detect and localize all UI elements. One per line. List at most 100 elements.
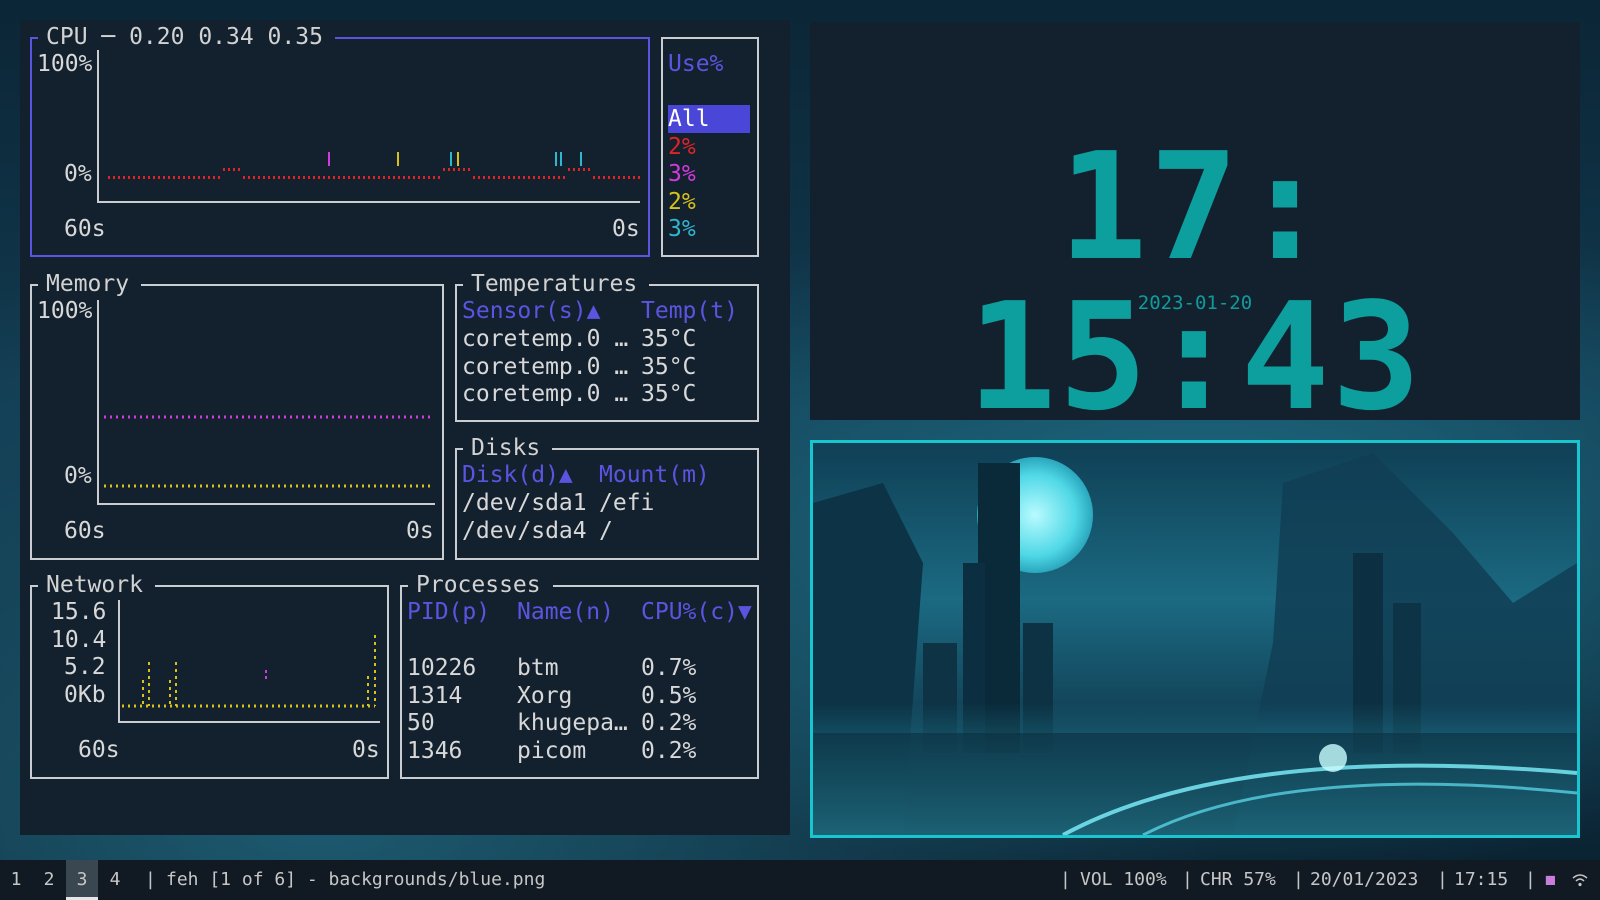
cpu-dot: [438, 176, 440, 179]
cpu-dot: [368, 176, 370, 179]
cpu-dot: [328, 176, 330, 179]
cpu-dot: [388, 176, 390, 179]
temperature-sensor: coretemp.0 …: [462, 326, 629, 352]
cpu-dot: [218, 176, 220, 179]
cpu-title: CPU ─ 0.20 0.34 0.35: [38, 23, 335, 51]
temperatures-col-sensor[interactable]: Sensor(s)▲: [462, 297, 600, 325]
cpu-dot: [398, 176, 400, 179]
cpu-dot: [148, 176, 150, 179]
cpu-legend-item[interactable]: 3%: [668, 215, 696, 243]
cpu-dot: [383, 176, 385, 179]
cpu-dot: [478, 176, 480, 179]
cpu-dot: [363, 176, 365, 179]
feh-image-viewer[interactable]: [810, 440, 1580, 838]
cpu-dot: [628, 176, 630, 179]
bar-separator: |: [1182, 869, 1193, 890]
cpu-dot: [598, 176, 600, 179]
workspace-3[interactable]: 3: [66, 860, 98, 900]
cpu-dot: [358, 176, 360, 179]
cpu-legend-item[interactable]: All: [668, 105, 750, 133]
workspace-1[interactable]: 1: [0, 860, 32, 900]
cpu-legend-item[interactable]: 2%: [668, 188, 696, 216]
network-x-right: 0s: [352, 737, 380, 763]
cpu-dot: [348, 176, 350, 179]
process-cpu: 0.5%: [641, 682, 697, 709]
process-cpu: 0.2%: [641, 710, 697, 736]
cpu-legend-item[interactable]: 2%: [668, 133, 696, 161]
cpu-dot: [448, 168, 450, 171]
cpu-dot: [228, 168, 230, 171]
memory-y-axis: [97, 300, 99, 505]
cpu-dot: [458, 168, 460, 171]
memory-x-right: 0s: [406, 518, 434, 544]
cpu-dot: [283, 176, 285, 179]
wifi-icon[interactable]: [1572, 873, 1588, 887]
clock-time: 17: 15:43: [967, 121, 1423, 443]
cpu-dot: [578, 168, 580, 171]
notification-icon[interactable]: ◼: [1545, 860, 1556, 900]
cpu-dot: [563, 176, 565, 179]
cpu-dot: [403, 176, 405, 179]
network-title: Network: [38, 571, 155, 599]
cpu-dot: [488, 176, 490, 179]
network-y-label-3: 0Kb: [64, 682, 106, 708]
cpu-dot: [528, 176, 530, 179]
cpu-dot: [253, 176, 255, 179]
temperatures-title: Temperatures: [463, 270, 650, 298]
clock-window[interactable]: 17: 15:43 2023-01-20: [810, 22, 1580, 432]
window-title: feh [1 of 6] - backgrounds/blue.png: [166, 869, 546, 890]
disk-name: /dev/sda4: [462, 517, 587, 544]
network-graph: [122, 635, 376, 708]
cpu-dot: [523, 176, 525, 179]
workspace-2[interactable]: 2: [33, 860, 65, 900]
disks-col-disk[interactable]: Disk(d)▲: [462, 461, 573, 489]
memory-y-bottom: 0%: [64, 463, 92, 489]
cpu-dot: [408, 176, 410, 179]
cpu-dot: [603, 176, 605, 179]
cpu-dot: [178, 176, 180, 179]
cpu-dot: [463, 168, 465, 171]
cpu-dot: [553, 176, 555, 179]
date-indicator: 20/01/2023: [1310, 869, 1419, 890]
processes-col-name[interactable]: Name(n): [517, 598, 614, 626]
disks-col-mount[interactable]: Mount(m): [599, 461, 710, 489]
cpu-dot: [193, 176, 195, 179]
network-x-left: 60s: [78, 737, 120, 763]
cpu-dot: [333, 176, 335, 179]
cpu-dot: [338, 176, 340, 179]
cpu-dot: [443, 168, 445, 171]
cpu-dot: [273, 176, 275, 179]
cpu-dot: [233, 168, 235, 171]
cpu-y-axis: [97, 50, 99, 203]
cpu-dot: [418, 176, 420, 179]
processes-col-pid[interactable]: PID(p): [407, 598, 490, 626]
process-name: Xorg: [517, 682, 573, 709]
cpu-dot: [248, 176, 250, 179]
cpu-dot: [633, 176, 635, 179]
cpu-dot: [208, 176, 210, 179]
cpu-dot: [158, 176, 160, 179]
cpu-dot: [163, 176, 165, 179]
cpu-dot: [143, 176, 145, 179]
cpu-dot: [583, 168, 585, 171]
cpu-dot: [353, 176, 355, 179]
cpu-dot: [433, 176, 435, 179]
processes-title: Processes: [408, 571, 553, 599]
temperature-sensor: coretemp.0 …: [462, 353, 629, 380]
volume-indicator[interactable]: VOL 100%: [1080, 860, 1167, 900]
cpu-dot: [263, 176, 265, 179]
workspace-4[interactable]: 4: [99, 860, 131, 900]
process-cpu: 0.2%: [641, 737, 697, 764]
processes-col-cpu[interactable]: CPU%(c)▼: [641, 598, 752, 626]
memory-x-left: 60s: [64, 518, 106, 544]
btm-terminal-window[interactable]: CPU ─ 0.20 0.34 0.35 100% 0% 60s 0s Use%…: [20, 20, 790, 835]
process-name: picom: [517, 737, 587, 764]
cpu-dot: [128, 176, 130, 179]
cpu-dot: [243, 176, 245, 179]
temperatures-col-temp[interactable]: Temp(t): [641, 297, 738, 325]
cpu-core-spike: [328, 152, 330, 166]
cpu-dot: [543, 176, 545, 179]
cpu-dot: [513, 176, 515, 179]
cpu-legend-item[interactable]: 3%: [668, 160, 696, 188]
cpu-dot: [123, 176, 125, 179]
